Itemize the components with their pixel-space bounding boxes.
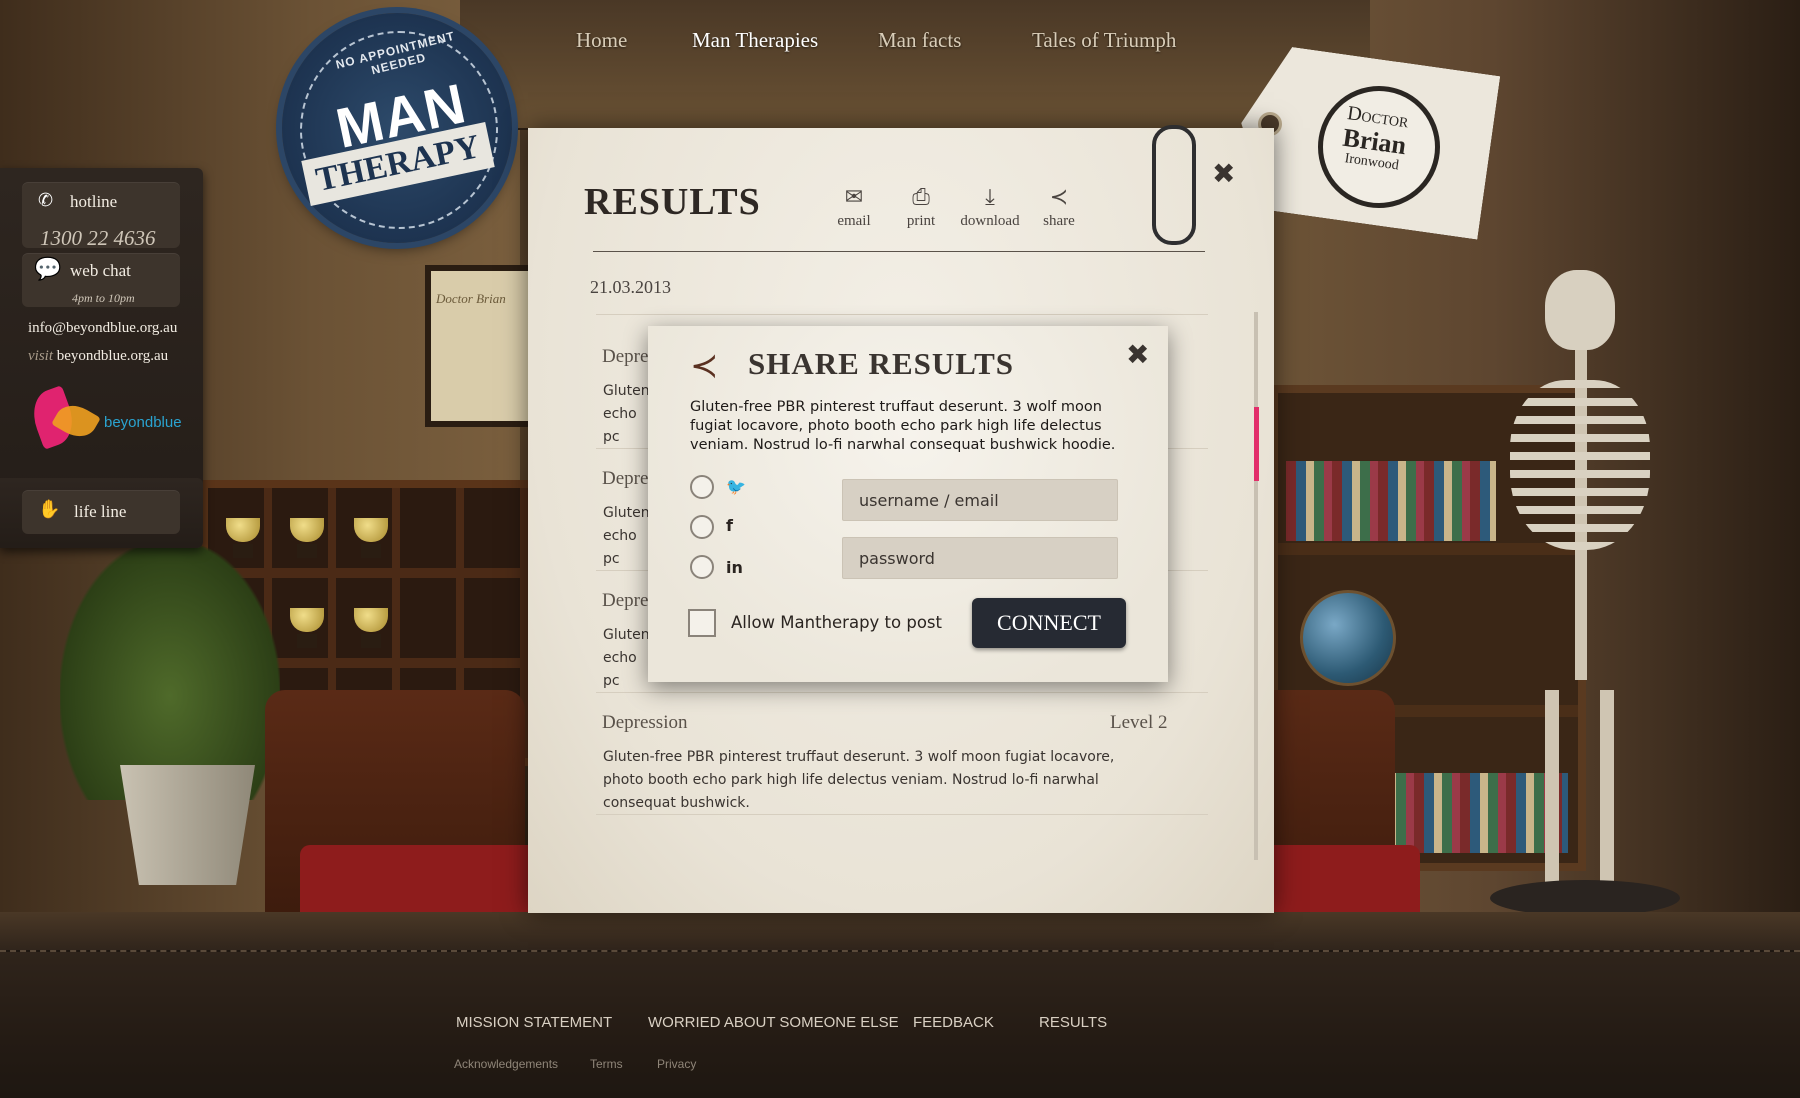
connect-button[interactable]: CONNECT — [972, 598, 1126, 648]
hand-icon: ✋ — [38, 499, 61, 520]
trophy — [354, 518, 388, 558]
hotline-card[interactable]: ✆ hotline 1300 22 4636 — [22, 182, 180, 250]
share-icon: ≺ — [1049, 185, 1069, 210]
share-icon: ≺ — [690, 346, 719, 386]
result-category: Depre — [602, 590, 649, 611]
password-field[interactable] — [842, 537, 1118, 579]
footer-link-results[interactable]: RESULTS — [1039, 1014, 1107, 1031]
divider — [596, 314, 1208, 315]
download-label: download — [960, 213, 1020, 229]
share-button[interactable]: ≺ share — [1027, 185, 1091, 230]
result-description: Gluten- echo pc — [603, 627, 651, 689]
download-icon: ⤓ — [985, 185, 995, 210]
visit-link[interactable]: visit beyondblue.org.au — [28, 348, 168, 365]
footer-link-feedback[interactable]: FEEDBACK — [913, 1014, 994, 1031]
webchat-label: web chat — [70, 261, 131, 280]
paper-clip — [1152, 125, 1196, 245]
nav-man-therapies[interactable]: Man Therapies — [692, 28, 818, 53]
footer-link-worried[interactable]: WORRIED ABOUT SOMEONE ELSE — [648, 1014, 899, 1031]
webchat-hours: 4pm to 10pm — [72, 291, 135, 305]
download-button[interactable]: ⤓ download — [958, 185, 1022, 230]
leg-bone — [1545, 690, 1559, 890]
visit-prefix: visit — [28, 348, 53, 364]
books — [1286, 461, 1496, 541]
result-description: Gluten- echo pc — [603, 383, 651, 445]
facebook-icon: f — [726, 516, 733, 535]
divider — [593, 251, 1205, 252]
trophy — [290, 518, 324, 558]
linkedin-icon: in — [726, 558, 743, 577]
twitter-icon: 🐦 — [726, 477, 746, 496]
allow-post-label: Allow Mantherapy to post — [731, 613, 942, 632]
floor — [0, 912, 1800, 952]
print-button[interactable]: ⎙ print — [889, 185, 953, 230]
email-label: email — [837, 213, 871, 229]
plant — [60, 540, 280, 800]
close-icon[interactable]: ✖ — [1126, 338, 1149, 371]
print-label: print — [906, 213, 936, 229]
scrollbar-track[interactable] — [1254, 312, 1258, 860]
linkedin-radio[interactable] — [690, 555, 714, 579]
nav-band — [460, 0, 1370, 130]
footer-link-terms[interactable]: Terms — [590, 1057, 623, 1071]
footer-link-privacy[interactable]: Privacy — [657, 1057, 696, 1071]
share-label: share — [1043, 213, 1075, 229]
allow-post-checkbox[interactable] — [688, 609, 716, 637]
twitter-radio[interactable] — [690, 475, 714, 499]
beyondblue-logo[interactable]: beyondblue — [24, 384, 184, 454]
divider — [596, 692, 1208, 693]
footer-link-mission[interactable]: MISSION STATEMENT — [456, 1014, 612, 1031]
skeleton-stand — [1490, 880, 1680, 916]
result-description: Gluten-free PBR pinterest truffaut deser… — [603, 749, 1115, 811]
results-title: RESULTS — [584, 181, 761, 223]
modal-description: Gluten-free PBR pinterest truffaut deser… — [690, 399, 1116, 453]
close-icon[interactable]: ✖ — [1212, 157, 1235, 190]
visit-url: beyondblue.org.au — [56, 348, 169, 364]
man-therapy-logo[interactable]: NO APPOINTMENT NEEDED MAN THERAPY — [282, 13, 512, 243]
footer-link-acknowledgements[interactable]: Acknowledgements — [454, 1057, 558, 1071]
hotline-label: hotline — [70, 192, 118, 211]
hotline-number: 1300 22 4636 — [40, 226, 156, 250]
result-description: Gluten- echo pc — [603, 505, 651, 567]
result-category: Depression — [602, 712, 688, 733]
phone-icon: ✆ — [38, 190, 54, 211]
email-link[interactable]: info@beyondblue.org.au — [28, 320, 177, 337]
ribcage — [1510, 380, 1650, 550]
trophy — [226, 518, 260, 558]
trophy — [290, 608, 324, 648]
result-level: Level 2 — [1110, 712, 1168, 733]
trophy — [354, 608, 388, 648]
results-date: 21.03.2013 — [590, 277, 671, 297]
lifeline-label: life line — [74, 502, 127, 521]
scrollbar-thumb[interactable] — [1254, 406, 1259, 481]
nav-home[interactable]: Home — [576, 28, 627, 53]
result-category: Depre — [602, 468, 649, 489]
lifeline-card[interactable]: ✋ life line — [22, 490, 180, 534]
skeleton — [1490, 270, 1680, 916]
skull — [1545, 270, 1615, 350]
globe — [1300, 590, 1396, 686]
printer-icon: ⎙ — [912, 185, 930, 210]
email-button[interactable]: ✉ email — [822, 185, 886, 230]
nav-tales-of-triumph[interactable]: Tales of Triumph — [1032, 28, 1176, 53]
plant-pot — [120, 765, 255, 885]
facebook-radio[interactable] — [690, 515, 714, 539]
nav-man-facts[interactable]: Man facts — [878, 28, 961, 53]
result-category: Depre — [602, 346, 649, 367]
username-field[interactable] — [842, 479, 1118, 521]
footer — [0, 950, 1800, 1098]
lifeline-bar: ✋ life line — [0, 478, 203, 546]
envelope-icon: ✉ — [844, 185, 864, 210]
diploma-text: Doctor Brian — [436, 291, 506, 306]
beyondblue-text: beyondblue — [104, 414, 182, 431]
modal-title: SHARE RESULTS — [748, 346, 1014, 381]
chat-bubbles-icon: 💬 — [34, 257, 62, 282]
leg-bone — [1600, 690, 1614, 890]
webchat-card[interactable]: 💬 web chat 4pm to 10pm — [22, 253, 180, 307]
divider — [596, 814, 1208, 815]
